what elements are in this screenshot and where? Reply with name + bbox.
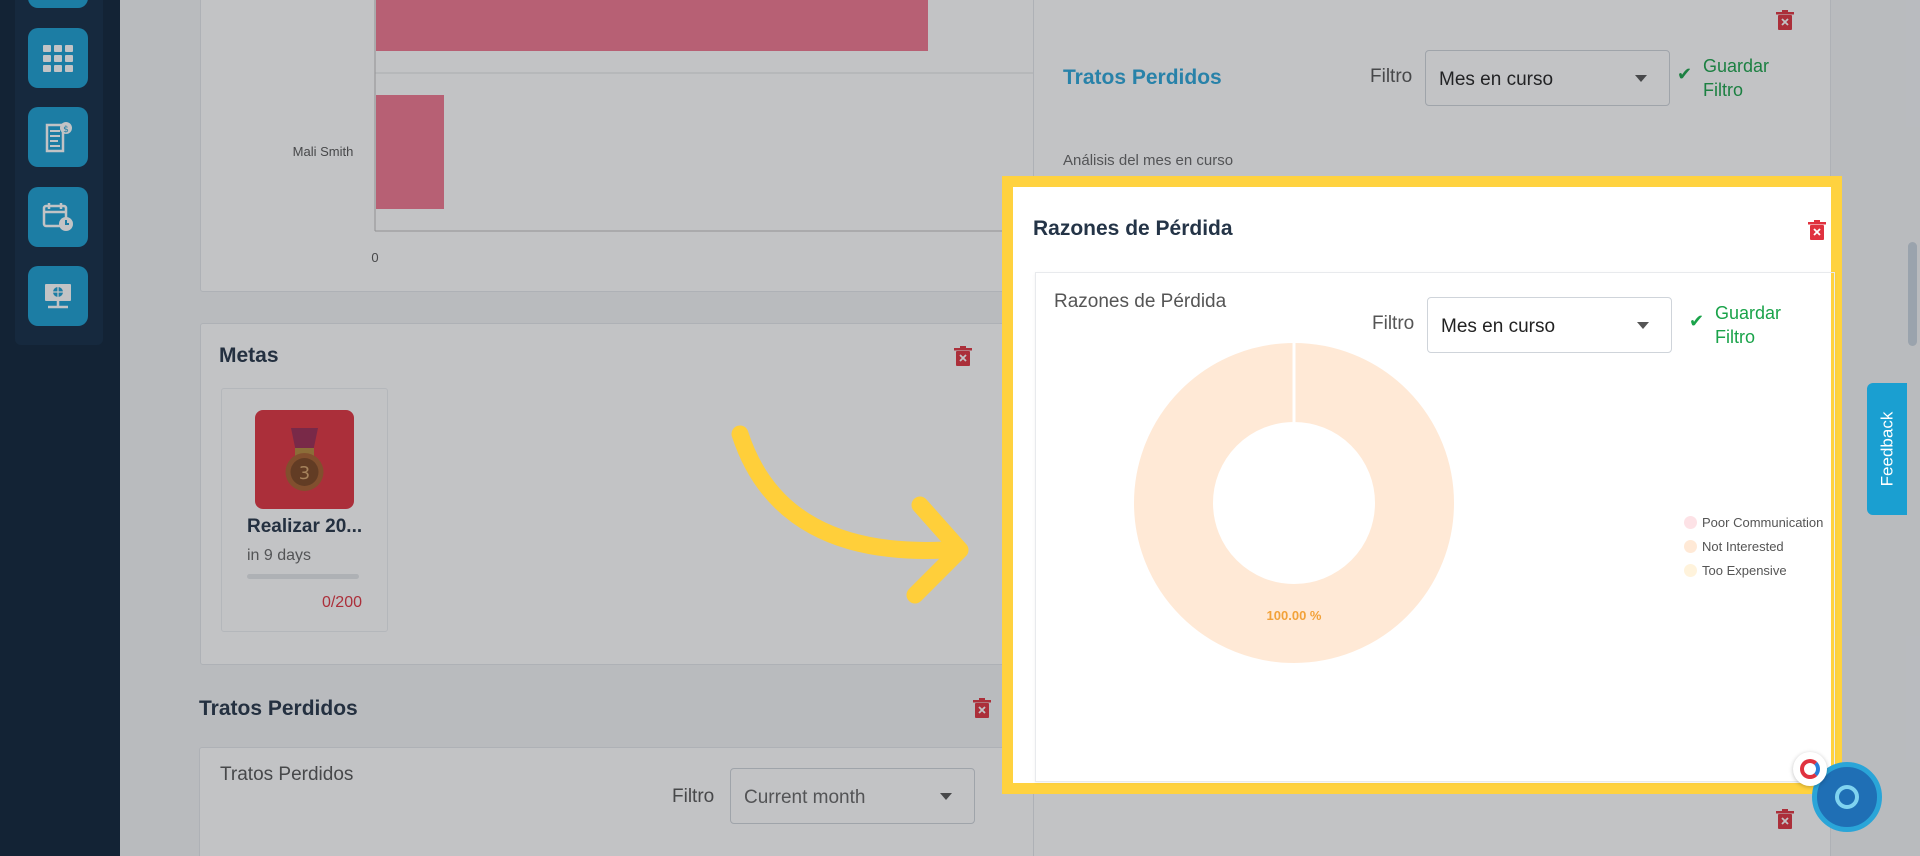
tratos-right-filter-label: Filtro — [1370, 66, 1413, 87]
chevron-down-icon — [1637, 322, 1649, 329]
donut-data-label: 100.00 % — [1267, 608, 1322, 623]
feedback-label: Feedback — [1877, 411, 1897, 487]
tratos-right-filter-value: Mes en curso — [1439, 69, 1554, 90]
calendar-clock-icon — [42, 203, 73, 231]
check-icon: ✔ — [1677, 64, 1693, 84]
chat-icon — [1835, 785, 1859, 809]
razones-highlight-panel: Razones de Pérdida Razones de Pérdida Fi… — [1002, 176, 1842, 794]
legend-label[interactable]: Poor Communication — [1702, 515, 1823, 530]
left-sidebar: $ — [0, 0, 120, 856]
feedback-tab[interactable]: Feedback — [1867, 383, 1907, 515]
sidebar-button-invoices[interactable]: $ — [28, 107, 88, 167]
computer-network-icon — [45, 284, 71, 309]
razones-filter-label: Filtro — [1372, 313, 1415, 334]
invoice-dollar-icon: $ — [45, 122, 72, 153]
legend-marker[interactable] — [1684, 516, 1697, 529]
delete-razones-trash-icon[interactable] — [1808, 220, 1826, 240]
tratos-left-filter-label: Filtro — [672, 786, 715, 807]
medal-icon: 3 — [285, 428, 324, 491]
goal-progress-track — [247, 574, 359, 579]
razones-save-filter-button[interactable]: ✔ Guardar Filtro — [1689, 301, 1781, 349]
razones-save-label-2: Filtro — [1715, 327, 1755, 347]
tratos-left-card: Tratos Perdidos Filtro Current month — [199, 747, 1075, 856]
razones-filter-select[interactable]: Mes en curso — [1427, 297, 1672, 353]
delete-tratos-right-trash-icon[interactable] — [1776, 10, 1794, 30]
scrollbar-thumb[interactable] — [1908, 242, 1917, 346]
razones-panel-title: Razones de Pérdida — [1033, 217, 1233, 240]
tratos-right-title: Tratos Perdidos — [1063, 66, 1222, 89]
delete-metas-trash-icon[interactable] — [954, 346, 972, 366]
tratos-right-filter-select[interactable]: Mes en curso — [1425, 50, 1670, 106]
legend-marker[interactable] — [1684, 564, 1697, 577]
sidebar-button-calendar[interactable] — [28, 187, 88, 247]
metas-title: Metas — [219, 344, 279, 367]
sidebar-button-top[interactable] — [28, 0, 88, 8]
chevron-down-icon — [940, 793, 952, 800]
donut-slice-not-interested — [1134, 343, 1454, 663]
tratos-left-filter-value: Current month — [744, 787, 866, 808]
sidebar-button-grid[interactable] — [28, 28, 88, 88]
razones-filter-value: Mes en curso — [1441, 316, 1556, 337]
legend-marker[interactable] — [1684, 540, 1697, 553]
tratos-right-save-filter-button[interactable]: ✔ Guardar Filtro — [1677, 54, 1769, 102]
tratos-left-card-title: Tratos Perdidos — [220, 764, 354, 785]
delete-right-top-trash-icon[interactable] — [1897, 11, 1915, 31]
razones-card: Razones de Pérdida Filtro Mes en curso ✔… — [1035, 272, 1835, 782]
tratos-left-filter-select[interactable]: Current month — [730, 768, 975, 824]
save-filter-label-2: Filtro — [1703, 80, 1743, 100]
goal-card[interactable]: 3 Realizar 20... in 9 days 0/200 — [221, 388, 388, 632]
chevron-down-icon — [1635, 75, 1647, 82]
bar-top — [376, 0, 928, 51]
medal-badge: 3 — [255, 410, 354, 509]
save-filter-label-1: Guardar — [1703, 56, 1770, 76]
razones-save-label-1: Guardar — [1715, 303, 1782, 323]
bar-chart: Mali Smith 0 10 — [293, 0, 1070, 265]
svg-text:3: 3 — [299, 463, 310, 484]
delete-bottom-right-trash-icon[interactable] — [1776, 809, 1794, 829]
razones-card-title: Razones de Pérdida — [1054, 291, 1227, 312]
goal-due: in 9 days — [247, 547, 312, 564]
goal-progress-text: 0/200 — [321, 594, 362, 611]
bar-chart-card: Mali Smith 0 10 — [200, 0, 1080, 292]
bar-mali-smith — [376, 95, 444, 209]
check-icon: ✔ — [1689, 311, 1705, 331]
tratos-left-section-title: Tratos Perdidos — [199, 697, 358, 720]
recorder-badge[interactable] — [1793, 752, 1827, 786]
pointer-arrow-icon — [731, 425, 969, 604]
goal-name: Realizar 20... — [247, 516, 363, 537]
sidebar-button-network[interactable] — [28, 266, 88, 326]
x-tick-0: 0 — [371, 250, 378, 265]
grid-icon — [43, 45, 73, 72]
legend-label[interactable]: Not Interested — [1702, 539, 1784, 554]
tratos-right-subtitle: Análisis del mes en curso — [1063, 152, 1234, 169]
record-icon — [1800, 759, 1820, 779]
bar-category-label: Mali Smith — [293, 144, 354, 159]
delete-tratos-left-trash-icon[interactable] — [973, 698, 991, 718]
legend-label[interactable]: Too Expensive — [1702, 563, 1787, 578]
svg-text:$: $ — [63, 125, 69, 135]
